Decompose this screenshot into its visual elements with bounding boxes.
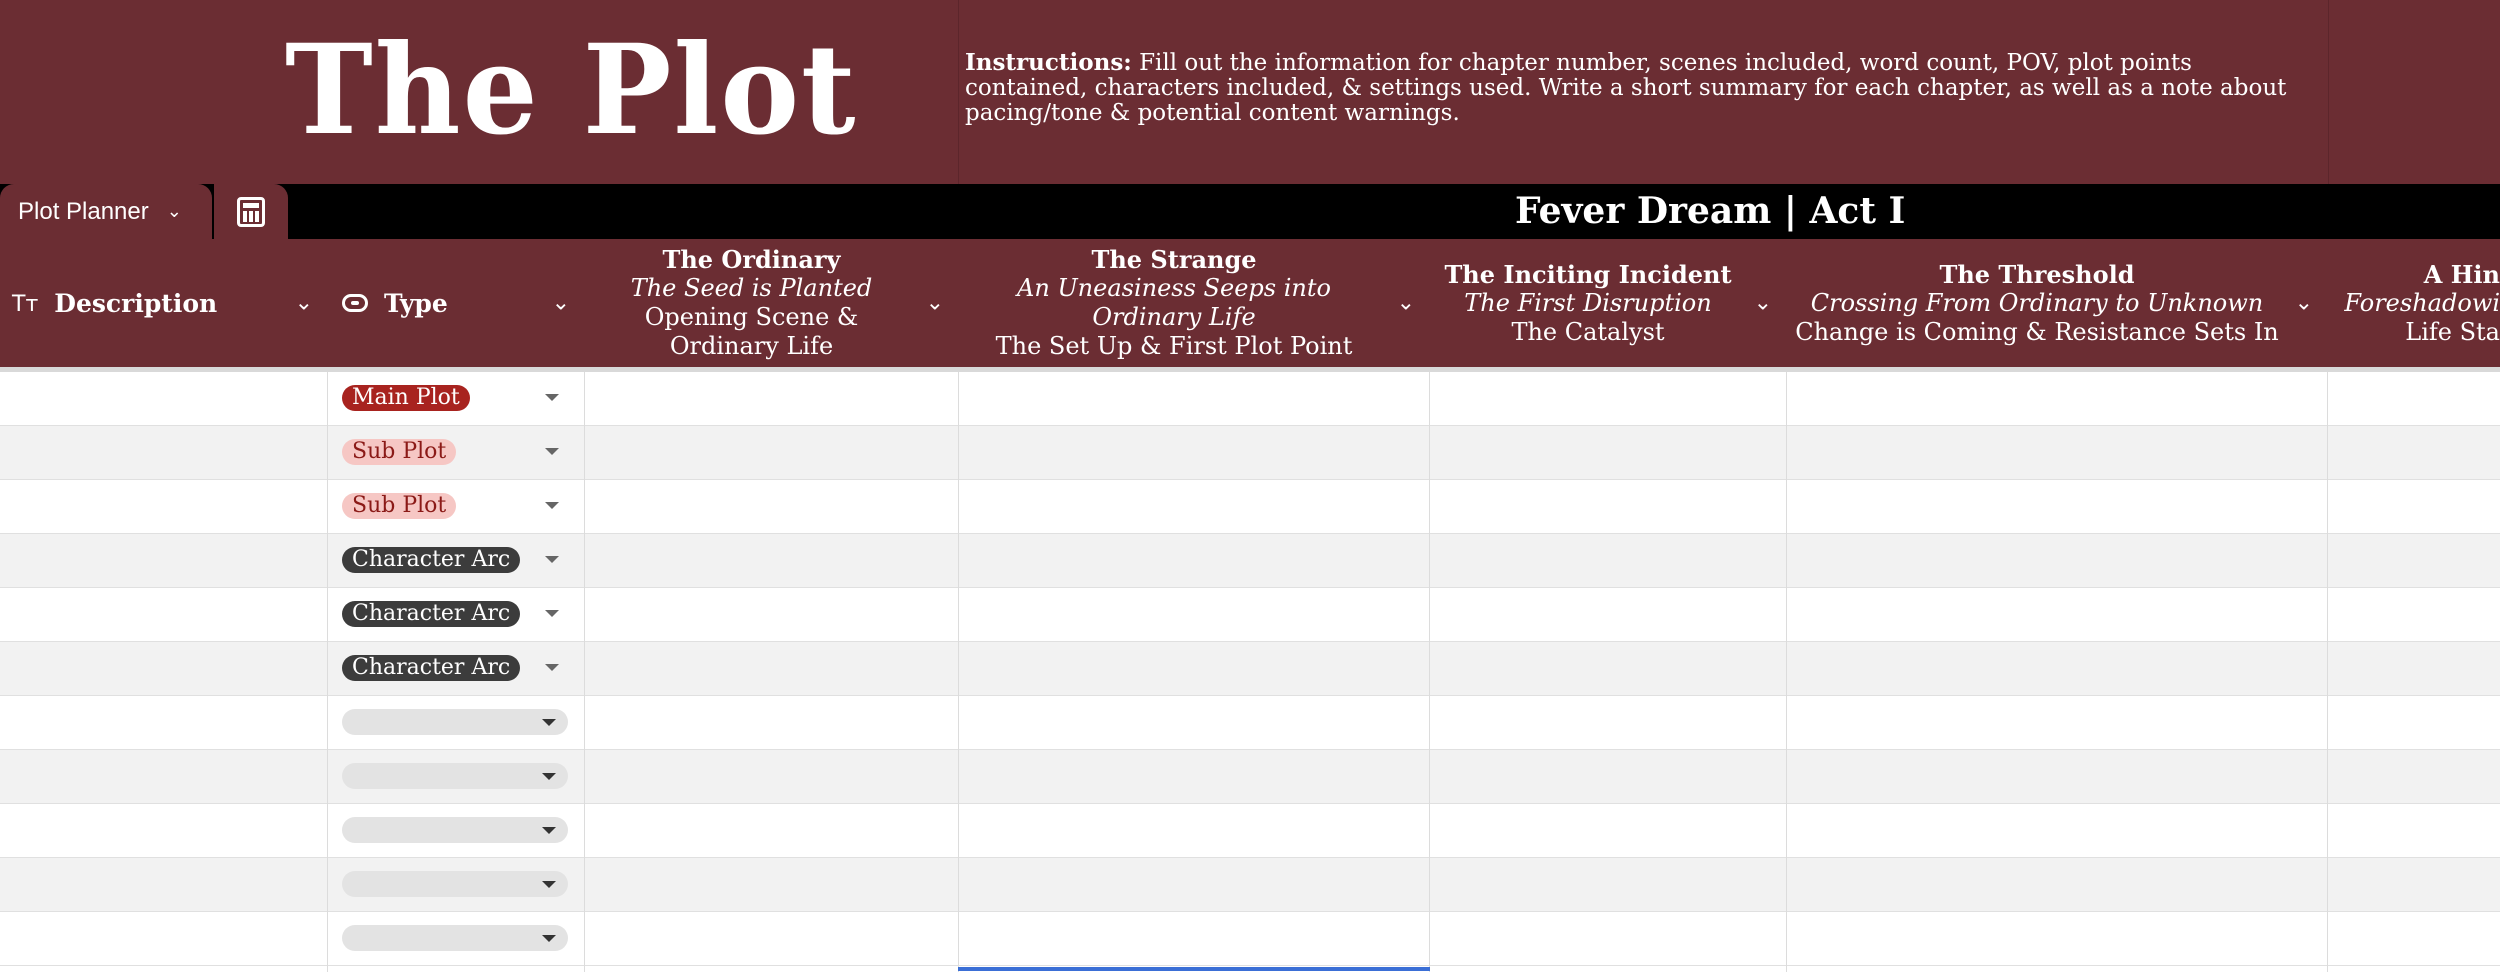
table-row[interactable] <box>0 912 2500 966</box>
column-header-subtitle: The Seed is Planted <box>630 274 873 302</box>
type-select-chip[interactable]: Character Arc <box>342 655 521 681</box>
header-banner: The Plot Instructions: Fill out the info… <box>0 0 2500 184</box>
column-header-title: The Threshold <box>1939 259 2135 289</box>
column-header-inciting-incident[interactable]: The Inciting Incident The First Disrupti… <box>1430 239 1786 367</box>
column-header-type[interactable]: Type ⌄ <box>328 239 584 367</box>
column-header-title: The Ordinary <box>662 245 841 274</box>
banner-divider <box>2328 0 2329 184</box>
tab-bar: Plot Planner ⌄ <box>0 184 2500 239</box>
column-header-a-hint[interactable]: A Hin Foreshadowi Life Sta <box>2328 239 2500 367</box>
sheet-title: Fever Dream | Act I <box>1515 190 1906 232</box>
table-row[interactable]: Main Plot <box>0 372 2500 426</box>
column-divider <box>958 372 959 972</box>
table-row[interactable]: Sub Plot <box>0 480 2500 534</box>
type-select-chip[interactable]: Character Arc <box>342 547 521 573</box>
type-select-chip[interactable] <box>342 817 568 843</box>
dropdown-arrow-icon[interactable] <box>545 394 559 401</box>
column-header-note: The Set Up & First Plot Point <box>995 332 1353 360</box>
column-header-the-strange[interactable]: The Strange An Uneasiness Seeps into Ord… <box>959 239 1429 367</box>
column-header-description[interactable]: Tт Description ⌄ <box>0 239 327 367</box>
chevron-down-icon[interactable]: ⌄ <box>167 201 182 222</box>
calculator-icon <box>237 196 265 227</box>
type-select-chip[interactable] <box>342 763 568 789</box>
tab-calculator[interactable] <box>214 184 288 239</box>
chevron-down-icon[interactable]: ⌄ <box>1397 289 1415 318</box>
column-header-subtitle: The First Disruption <box>1464 288 1712 317</box>
type-select-chip[interactable]: Sub Plot <box>342 439 457 465</box>
cell-selection-indicator <box>958 967 1430 971</box>
single-select-icon <box>342 294 368 312</box>
table-row[interactable]: Sub Plot <box>0 426 2500 480</box>
column-header-subtitle: Crossing From Ordinary to Unknown <box>1810 288 2264 317</box>
type-select-chip[interactable]: Sub Plot <box>342 493 457 519</box>
type-select-chip[interactable] <box>342 925 568 951</box>
dropdown-arrow-icon[interactable] <box>545 664 559 671</box>
table-row[interactable] <box>0 750 2500 804</box>
banner-divider <box>958 0 959 184</box>
column-header-subtitle: Foreshadowi <box>2344 288 2500 317</box>
column-header-the-threshold[interactable]: The Threshold Crossing From Ordinary to … <box>1787 239 2327 367</box>
table-row[interactable] <box>0 696 2500 750</box>
table-row[interactable]: Character Arc <box>0 588 2500 642</box>
dropdown-arrow-icon[interactable] <box>545 502 559 509</box>
type-select-chip[interactable]: Character Arc <box>342 601 521 627</box>
column-divider <box>1429 372 1430 972</box>
column-header-label: Type <box>384 288 448 318</box>
column-header-title: The Strange <box>1091 245 1257 274</box>
chevron-down-icon[interactable]: ⌄ <box>926 289 944 318</box>
column-header-subtitle: An Uneasiness Seeps into Ordinary Life <box>1017 274 1331 331</box>
dropdown-arrow-icon[interactable] <box>545 610 559 617</box>
column-header-note: Change is Coming & Resistance Sets In <box>1795 317 2279 346</box>
column-header-title: A Hin <box>2423 259 2500 289</box>
instructions-text: Instructions: Fill out the information f… <box>965 50 2295 126</box>
table-row[interactable] <box>0 858 2500 912</box>
page-title: The Plot <box>285 16 858 163</box>
text-type-icon: Tт <box>12 291 39 317</box>
type-select-chip[interactable]: Main Plot <box>342 385 470 411</box>
column-divider <box>584 372 585 972</box>
chevron-down-icon[interactable]: ⌄ <box>552 289 570 318</box>
column-header-title: The Inciting Incident <box>1444 259 1732 289</box>
column-divider <box>327 372 328 972</box>
type-select-chip[interactable] <box>342 871 568 897</box>
column-divider <box>2327 372 2328 972</box>
instructions-label: Instructions: <box>965 49 1132 76</box>
type-select-chip[interactable] <box>342 709 568 735</box>
table-row[interactable]: Character Arc <box>0 642 2500 696</box>
instructions-body: Fill out the information for chapter num… <box>965 50 2287 126</box>
column-header-note: Life Sta <box>2405 317 2500 346</box>
tab-plot-planner-label: Plot Planner <box>18 197 149 225</box>
column-header-the-ordinary[interactable]: The Ordinary The Seed is Planted Opening… <box>585 239 958 367</box>
table-row[interactable] <box>0 804 2500 858</box>
dropdown-arrow-icon[interactable] <box>545 556 559 563</box>
table-row[interactable]: Character Arc <box>0 534 2500 588</box>
chevron-down-icon[interactable]: ⌄ <box>1754 289 1772 318</box>
chevron-down-icon[interactable]: ⌄ <box>295 289 313 318</box>
column-divider <box>1786 372 1787 972</box>
column-header-note: Opening Scene & Ordinary Life <box>644 303 859 360</box>
column-header-row: Tт Description ⌄ Type ⌄ The Ordinary The… <box>0 239 2500 367</box>
dropdown-arrow-icon[interactable] <box>545 448 559 455</box>
tab-plot-planner[interactable]: Plot Planner ⌄ <box>0 184 212 239</box>
column-header-label: Description <box>54 288 218 318</box>
column-header-note: The Catalyst <box>1511 317 1665 346</box>
chevron-down-icon[interactable]: ⌄ <box>2295 289 2313 318</box>
